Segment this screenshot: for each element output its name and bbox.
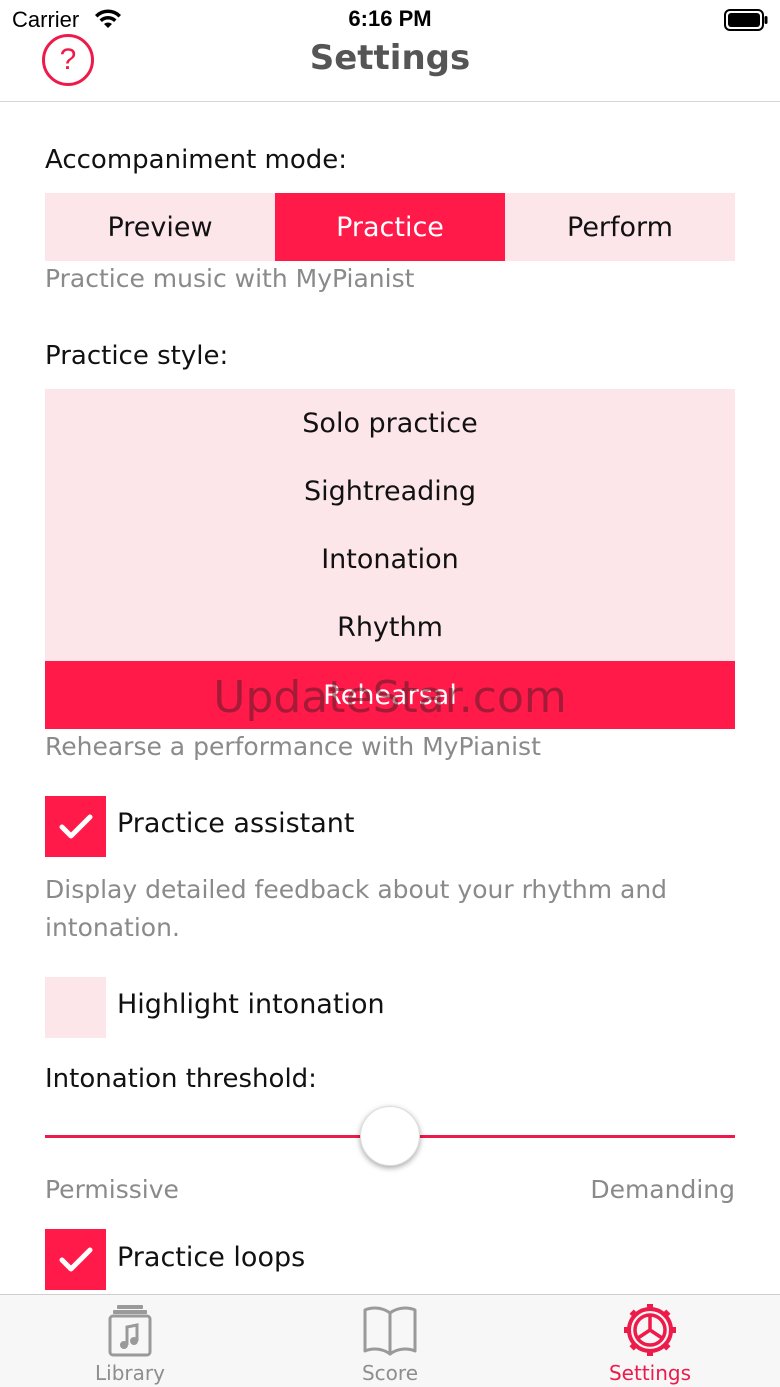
practice-style-rhythm[interactable]: Rhythm (45, 593, 735, 661)
practice-style-solo-practice[interactable]: Solo practice (45, 389, 735, 457)
checkmark-icon (59, 1247, 92, 1271)
highlight-intonation-checkbox[interactable] (45, 977, 106, 1038)
battery-icon (724, 9, 768, 35)
highlight-intonation-label: Highlight intonation (117, 989, 385, 1020)
practice-style-list: Solo practice Sightreading Intonation Rh… (45, 389, 735, 729)
settings-gear-icon (624, 1304, 676, 1356)
tab-score-label: Score (361, 1361, 418, 1385)
tab-library-label: Library (95, 1361, 165, 1385)
accompaniment-mode-description: Practice music with MyPianist (45, 264, 415, 293)
practice-style-rehearsal[interactable]: Rehearsal (45, 661, 735, 729)
accompaniment-mode-label: Accompaniment mode: (45, 145, 348, 175)
slider-max-label: Demanding (590, 1175, 735, 1204)
practice-assistant-description-line1: Display detailed feedback about your rhy… (45, 875, 668, 904)
accompaniment-option-preview[interactable]: Preview (45, 193, 275, 261)
status-bar: Carrier 6:16 PM (0, 0, 780, 40)
slider-min-label: Permissive (45, 1175, 179, 1204)
checkmark-icon (59, 814, 92, 838)
status-time: 6:16 PM (348, 6, 432, 31)
practice-style-intonation[interactable]: Intonation (45, 525, 735, 593)
tab-bar: Library Score Settings (0, 1294, 780, 1387)
navigation-bar: ? Settings (0, 34, 780, 102)
practice-style-label: Practice style: (45, 341, 229, 371)
library-icon (108, 1305, 152, 1357)
tab-settings-label: Settings (608, 1361, 692, 1385)
practice-assistant-label: Practice assistant (117, 808, 355, 839)
practice-loops-checkbox[interactable] (45, 1229, 106, 1290)
score-book-icon (363, 1306, 417, 1356)
intonation-threshold-slider-thumb[interactable] (360, 1106, 420, 1166)
tab-library[interactable]: Library (0, 1295, 260, 1387)
practice-assistant-description-line2: intonation. (45, 913, 180, 942)
accompaniment-mode-selector: Preview Practice Perform (45, 193, 735, 261)
accompaniment-option-practice[interactable]: Practice (275, 193, 505, 261)
tab-settings[interactable]: Settings (520, 1295, 780, 1387)
practice-loops-label: Practice loops (117, 1242, 306, 1273)
accompaniment-option-perform[interactable]: Perform (505, 193, 735, 261)
practice-style-sightreading[interactable]: Sightreading (45, 457, 735, 525)
practice-assistant-checkbox[interactable] (45, 796, 106, 857)
practice-style-description: Rehearse a performance with MyPianist (45, 732, 541, 761)
intonation-threshold-label: Intonation threshold: (45, 1064, 317, 1094)
tab-score[interactable]: Score (260, 1295, 520, 1387)
page-title: Settings (309, 38, 471, 78)
